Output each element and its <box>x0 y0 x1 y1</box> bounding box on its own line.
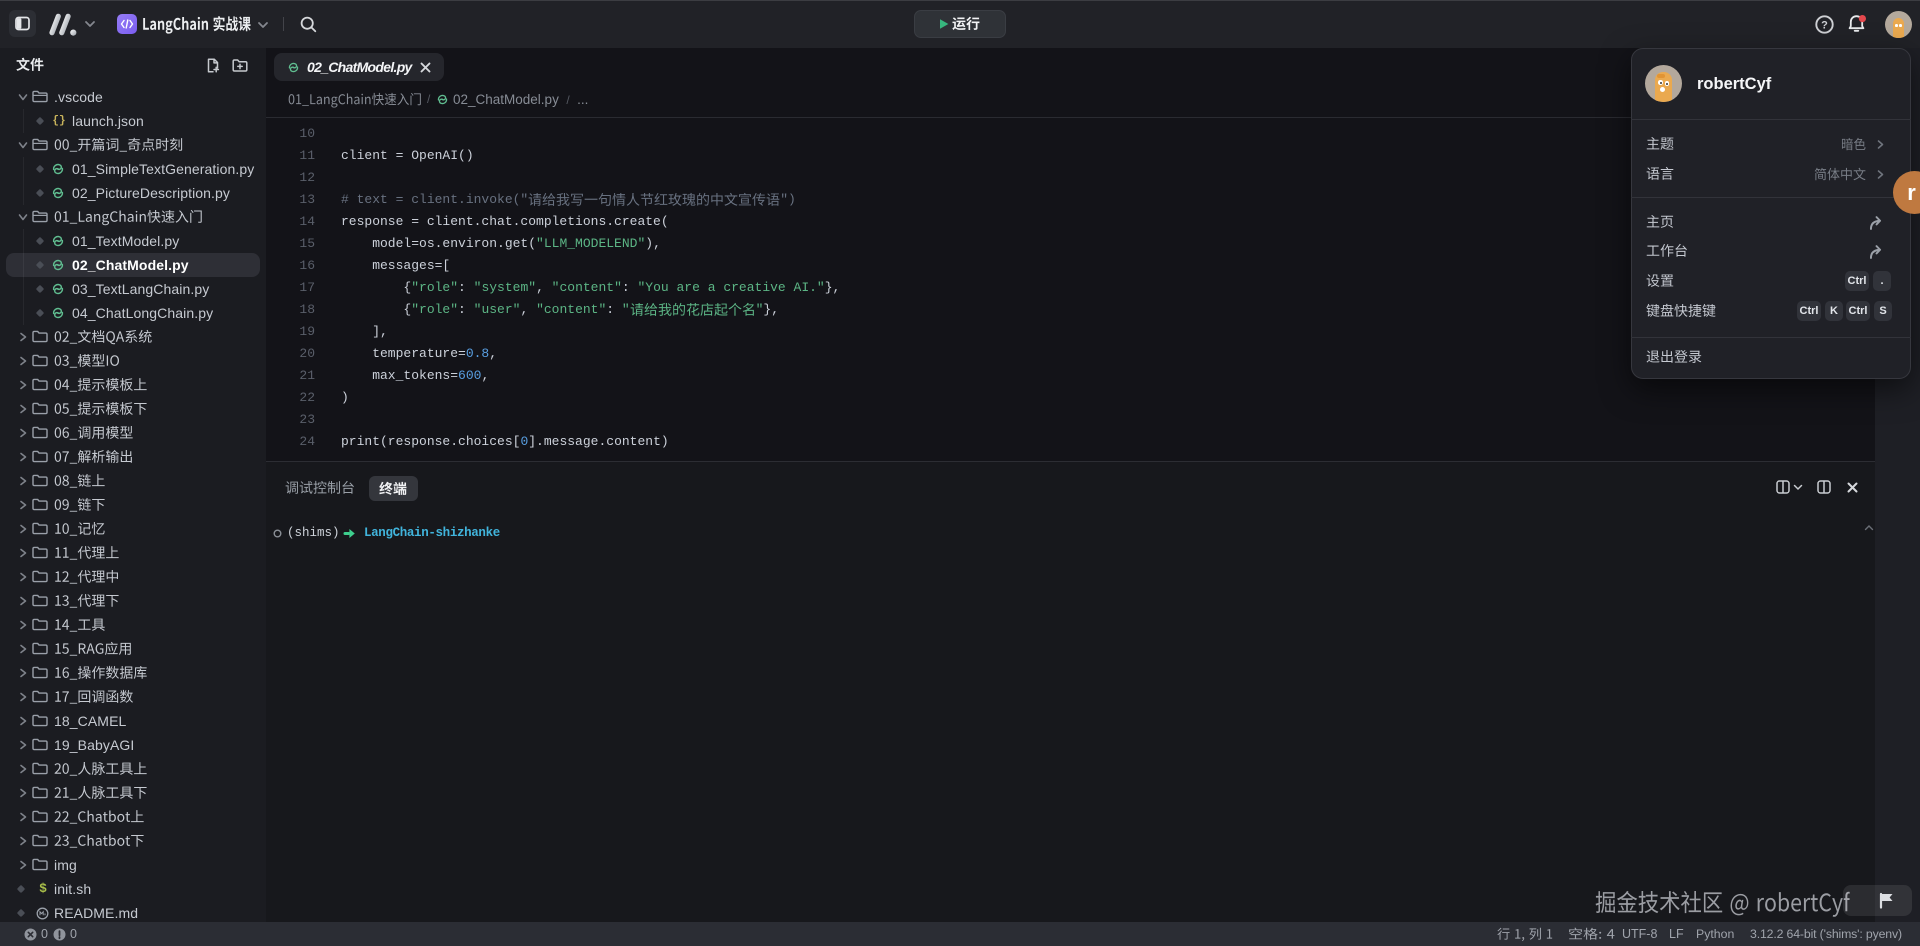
svg-text:?: ? <box>1821 19 1828 31</box>
